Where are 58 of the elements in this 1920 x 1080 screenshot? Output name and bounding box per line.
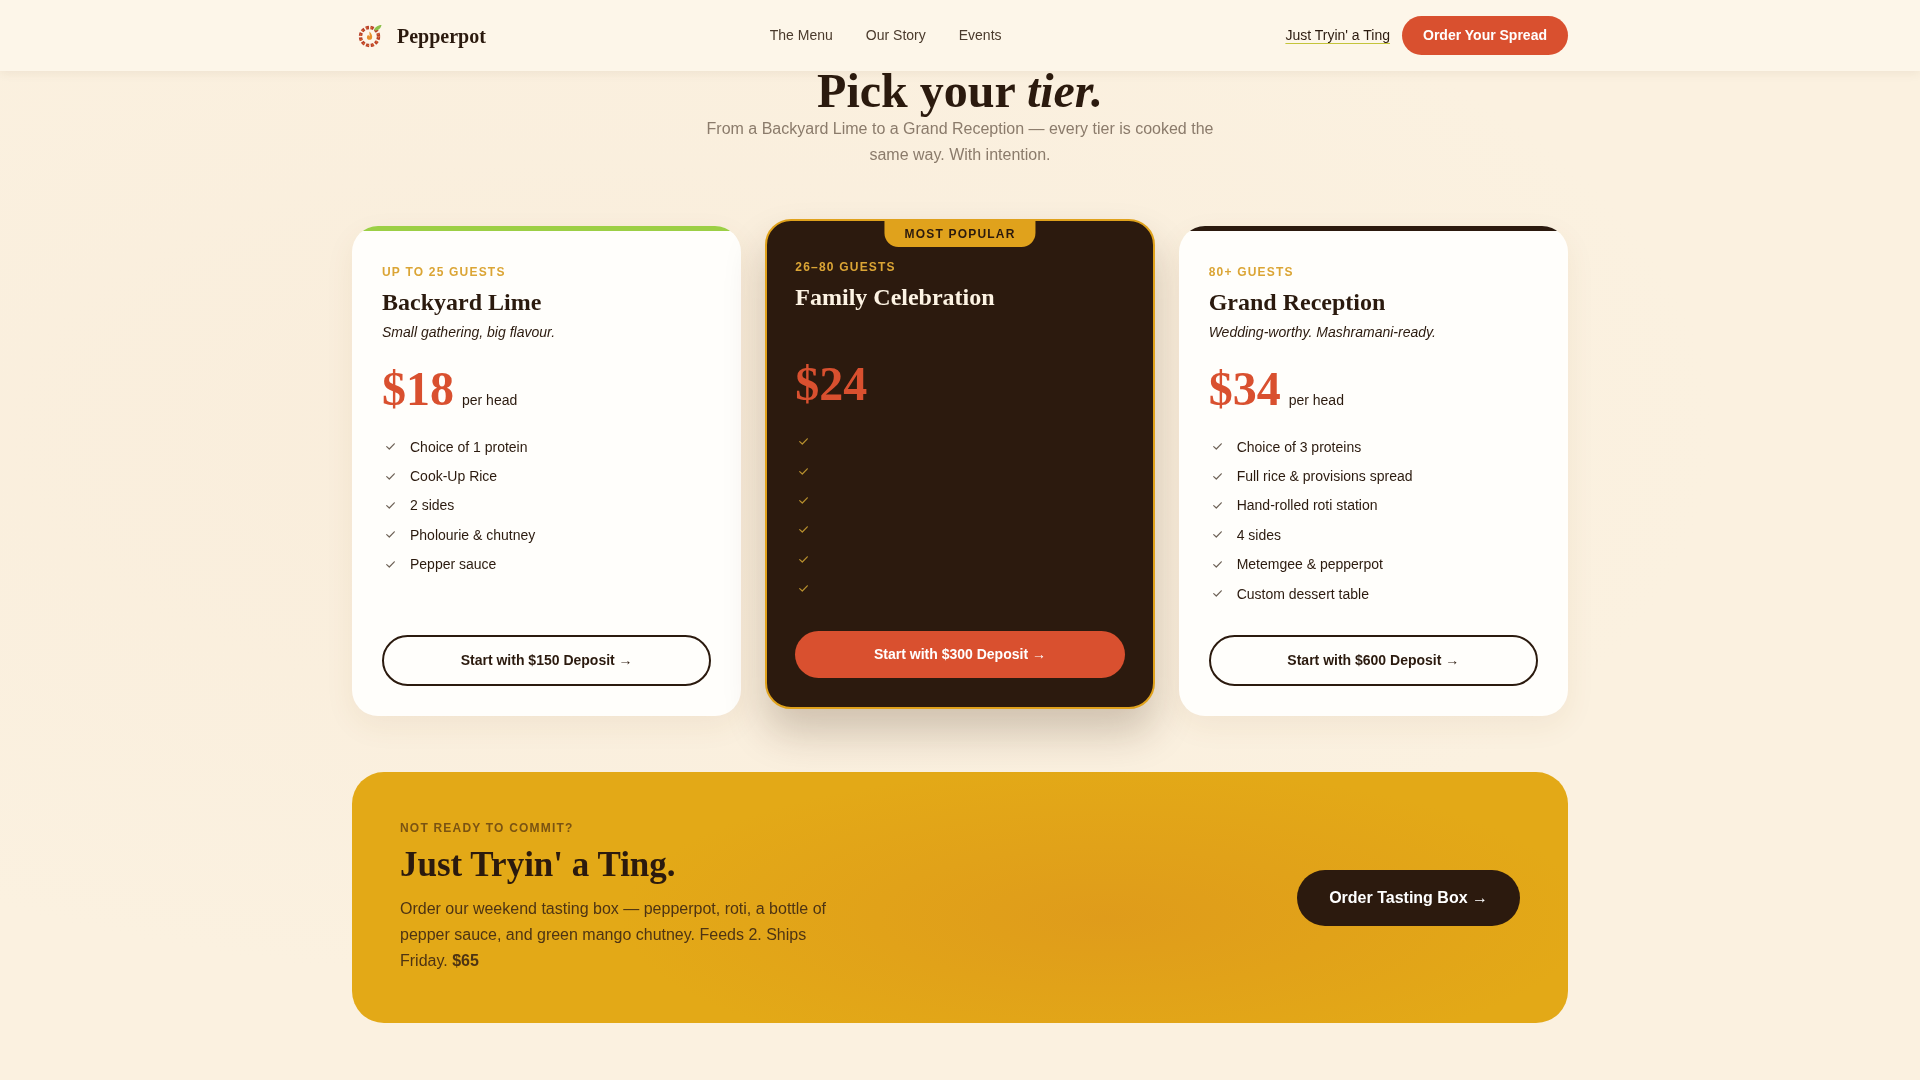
check-icon bbox=[799, 467, 809, 475]
flame-wreath-logo-icon bbox=[358, 23, 382, 48]
feature-text: Choice of 3 proteins bbox=[1236, 437, 1362, 457]
check-icon bbox=[799, 438, 809, 446]
tier-tagline: Small gathering, big flavour. bbox=[382, 323, 557, 342]
check-icon bbox=[386, 443, 395, 451]
check-icon bbox=[1212, 531, 1222, 539]
tier-name: Grand Reception bbox=[1208, 288, 1387, 317]
section-heading: Pick your tier. bbox=[816, 67, 1104, 115]
tier-price: $18 bbox=[382, 364, 454, 414]
deposit-button[interactable]: Start with $150 Deposit → bbox=[382, 635, 712, 687]
check-icon bbox=[799, 526, 809, 534]
tasting-box-button[interactable]: Order Tasting Box → bbox=[1297, 869, 1520, 926]
feature-text: Choice of 1 protein bbox=[410, 437, 528, 457]
nav-link[interactable]: Our Story bbox=[865, 25, 926, 46]
popular-badge: MOST POPULAR bbox=[884, 221, 1036, 247]
deposit-button[interactable]: Start with $600 Deposit → bbox=[1208, 635, 1538, 687]
tasting-link[interactable]: Just Tryin' a Ting bbox=[1285, 25, 1390, 46]
check-icon bbox=[1212, 472, 1222, 480]
check-icon bbox=[386, 531, 395, 539]
feature-text: 2 sides bbox=[410, 496, 455, 516]
guest-count-label: 26–80 GUESTS bbox=[795, 259, 897, 275]
feature-text: Full rice & provisions spread bbox=[1236, 467, 1413, 487]
guest-count-label: UP TO 25 GUESTS bbox=[382, 264, 507, 280]
tier-name: Family Celebration bbox=[795, 283, 996, 312]
check-icon bbox=[386, 472, 395, 480]
feature-text: Hand-rolled roti station bbox=[1236, 496, 1378, 516]
nav-link[interactable]: The Menu bbox=[769, 25, 833, 46]
price-unit: per head bbox=[1288, 391, 1344, 410]
tier-tagline: Wedding-worthy. Mashramani-ready. bbox=[1208, 323, 1437, 342]
feature-text: Custom dessert table bbox=[1236, 584, 1369, 604]
feature-text: Cook-Up Rice bbox=[410, 467, 498, 487]
promo-text: Order our weekend tasting box — pepperpot, roti, a bottle of pepper sauce, and green mango chutney. Feeds 2. Ships Friday. $65 bbox=[400, 899, 828, 972]
feature-text: Metemgee & pepperpot bbox=[1236, 555, 1383, 575]
check-icon bbox=[799, 496, 809, 504]
brand-name[interactable]: Pepperpot bbox=[397, 20, 486, 51]
promo-eyebrow: NOT READY TO COMMIT? bbox=[400, 821, 575, 836]
check-icon bbox=[386, 501, 395, 509]
check-icon bbox=[799, 555, 809, 563]
check-icon bbox=[799, 585, 809, 593]
tier-price: $34 bbox=[1208, 364, 1281, 414]
tier-name: Backyard Lime bbox=[382, 288, 543, 317]
guest-count-label: 80+ GUESTS bbox=[1208, 264, 1295, 280]
check-icon bbox=[1212, 560, 1222, 568]
check-icon bbox=[1212, 443, 1222, 451]
price-unit: per head bbox=[462, 391, 518, 410]
feature-text: Pholourie & chutney bbox=[410, 525, 536, 545]
check-icon bbox=[1212, 501, 1222, 509]
feature-text: Pepper sauce bbox=[410, 555, 497, 575]
deposit-button[interactable]: Start with $300 Deposit → bbox=[795, 631, 1125, 679]
check-icon bbox=[1212, 590, 1222, 598]
tier-price: $24 bbox=[795, 359, 868, 409]
nav-link[interactable]: Events bbox=[958, 25, 1002, 46]
check-icon bbox=[386, 560, 395, 568]
feature-text: 4 sides bbox=[1236, 525, 1281, 545]
promo-title: Just Tryin' a Ting. bbox=[400, 844, 677, 887]
section-subtitle: From a Backyard Lime to a Grand Reception — every tier is cooked the same way. With intention. bbox=[705, 119, 1215, 165]
order-button[interactable]: Order Your Spread bbox=[1402, 16, 1568, 55]
